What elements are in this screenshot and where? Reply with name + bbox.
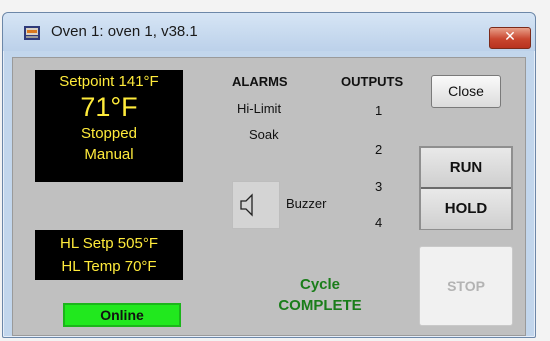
hi-limit-display: HL Setp 505°F HL Temp 70°F xyxy=(35,230,183,280)
oven-app-icon xyxy=(24,26,40,40)
cycle-label: Cycle xyxy=(299,276,341,293)
close-button[interactable]: Close xyxy=(431,75,501,108)
buzzer-label: Buzzer xyxy=(286,196,327,211)
output-3: 3 xyxy=(375,179,383,194)
window-close-button[interactable]: ✕ xyxy=(489,27,531,49)
close-icon: ✕ xyxy=(504,29,516,45)
setpoint-display: Setpoint 141°F 71°F Stopped Manual xyxy=(35,70,183,182)
alarm-hi-limit: Hi-Limit xyxy=(237,101,282,116)
run-state: Stopped xyxy=(81,125,137,142)
run-button[interactable]: RUN xyxy=(421,148,511,189)
oven-window: Oven 1: oven 1, v38.1 ✕ Setpoint 141°F 7… xyxy=(2,12,536,338)
output-1: 1 xyxy=(375,103,383,118)
stop-button[interactable]: STOP xyxy=(419,246,513,326)
temperature-readout: 71°F xyxy=(80,92,138,122)
buzzer-toggle[interactable] xyxy=(232,181,280,229)
alarm-soak: Soak xyxy=(249,127,279,142)
hl-setpoint-readout: HL Setp 505°F xyxy=(60,235,158,252)
setpoint-readout: Setpoint 141°F xyxy=(59,73,159,90)
cycle-state: COMPLETE xyxy=(278,297,362,314)
control-mode: Manual xyxy=(84,146,134,163)
run-hold-control: RUN HOLD xyxy=(419,146,513,230)
title-bar[interactable]: Oven 1: oven 1, v38.1 ✕ xyxy=(3,13,535,51)
oven-control-panel: Setpoint 141°F 71°F Stopped Manual HL Se… xyxy=(12,57,526,336)
alarms-header: ALARMS xyxy=(232,74,288,89)
hl-temperature-readout: HL Temp 70°F xyxy=(61,258,157,275)
outputs-header: OUTPUTS xyxy=(341,74,404,89)
output-2: 2 xyxy=(375,142,383,157)
speaker-icon xyxy=(240,193,253,217)
connection-status: Online xyxy=(63,303,181,327)
output-4: 4 xyxy=(375,215,383,230)
cycle-status: Cycle COMPLETE xyxy=(260,274,380,316)
hold-button[interactable]: HOLD xyxy=(421,189,511,229)
window-title: Oven 1: oven 1, v38.1 xyxy=(51,23,198,40)
